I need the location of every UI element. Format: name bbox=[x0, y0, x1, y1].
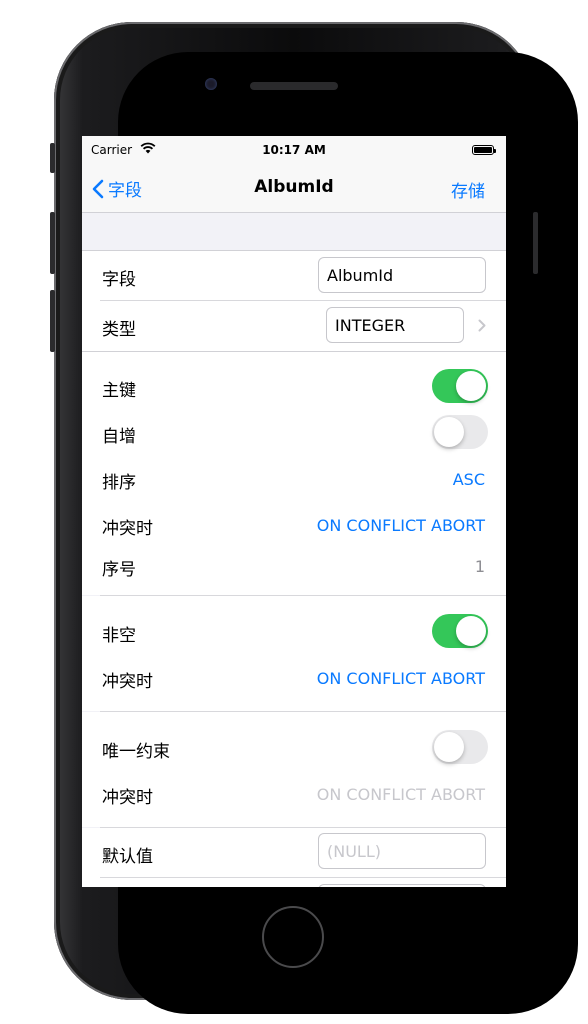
not-null-label: 非空 bbox=[102, 626, 136, 646]
volume-up-button bbox=[50, 212, 55, 274]
field-section: 字段 AlbumId 类型 INTEGER bbox=[82, 251, 506, 351]
order-value[interactable]: ASC bbox=[453, 470, 485, 489]
navigation-bar: 字段 AlbumId 存储 bbox=[82, 164, 506, 213]
field-name-label: 字段 bbox=[102, 270, 136, 290]
autoincrement-label: 自增 bbox=[102, 427, 136, 447]
pk-conflict-value[interactable]: ON CONFLICT ABORT bbox=[317, 516, 485, 535]
volume-down-button bbox=[50, 290, 55, 352]
status-bar: Carrier 10:17 AM bbox=[82, 136, 506, 164]
nn-conflict-label: 冲突时 bbox=[102, 672, 153, 692]
earpiece-speaker bbox=[250, 82, 338, 90]
default-section: 默认值 (NULL) bbox=[82, 828, 506, 887]
unique-conflict-value: ON CONFLICT ABORT bbox=[316, 785, 485, 804]
default-label: 默认值 bbox=[102, 847, 153, 867]
default-value-input[interactable]: (NULL) bbox=[318, 833, 486, 869]
page-title: AlbumId bbox=[254, 177, 334, 197]
order-label: 排序 bbox=[102, 473, 136, 493]
toggle-knob bbox=[456, 616, 486, 646]
row-divider bbox=[100, 877, 506, 878]
unique-section: 唯一约束 冲突时 ON CONFLICT ABORT bbox=[82, 712, 506, 827]
primary-key-label: 主键 bbox=[102, 381, 136, 401]
nn-conflict-value[interactable]: ON CONFLICT ABORT bbox=[317, 669, 485, 688]
unique-conflict-label: 冲突时 bbox=[102, 788, 153, 808]
row-divider bbox=[100, 300, 506, 301]
sequence-label: 序号 bbox=[102, 560, 136, 580]
home-button[interactable] bbox=[262, 906, 324, 968]
field-type-label: 类型 bbox=[102, 320, 136, 340]
not-null-section: 非空 冲突时 ON CONFLICT ABORT bbox=[82, 596, 506, 711]
unique-toggle[interactable] bbox=[432, 730, 488, 764]
primary-key-toggle[interactable] bbox=[432, 369, 488, 403]
toggle-knob bbox=[456, 371, 486, 401]
pk-conflict-label: 冲突时 bbox=[102, 519, 153, 539]
save-button[interactable]: 存储 bbox=[451, 177, 485, 202]
screen: Carrier 10:17 AM 字段 AlbumId 存储 字段 AlbumI… bbox=[82, 136, 506, 887]
next-row-input[interactable] bbox=[318, 884, 486, 887]
sequence-value: 1 bbox=[474, 557, 485, 576]
clock: 10:17 AM bbox=[262, 143, 326, 157]
power-button bbox=[533, 212, 538, 274]
battery-icon bbox=[472, 145, 496, 155]
field-type-select[interactable]: INTEGER bbox=[326, 307, 464, 343]
front-camera bbox=[205, 78, 217, 90]
toggle-knob bbox=[434, 732, 464, 762]
unique-label: 唯一约束 bbox=[102, 742, 170, 762]
toggle-knob bbox=[434, 417, 464, 447]
not-null-toggle[interactable] bbox=[432, 614, 488, 648]
chevron-right-icon[interactable] bbox=[478, 319, 486, 332]
primary-key-section: 主键 自增 排序 ASC 冲突时 ON CONFLICT ABORT 序号 1 bbox=[82, 352, 506, 595]
field-name-input[interactable]: AlbumId bbox=[318, 257, 486, 293]
mute-switch bbox=[50, 143, 55, 173]
autoincrement-toggle[interactable] bbox=[432, 415, 488, 449]
